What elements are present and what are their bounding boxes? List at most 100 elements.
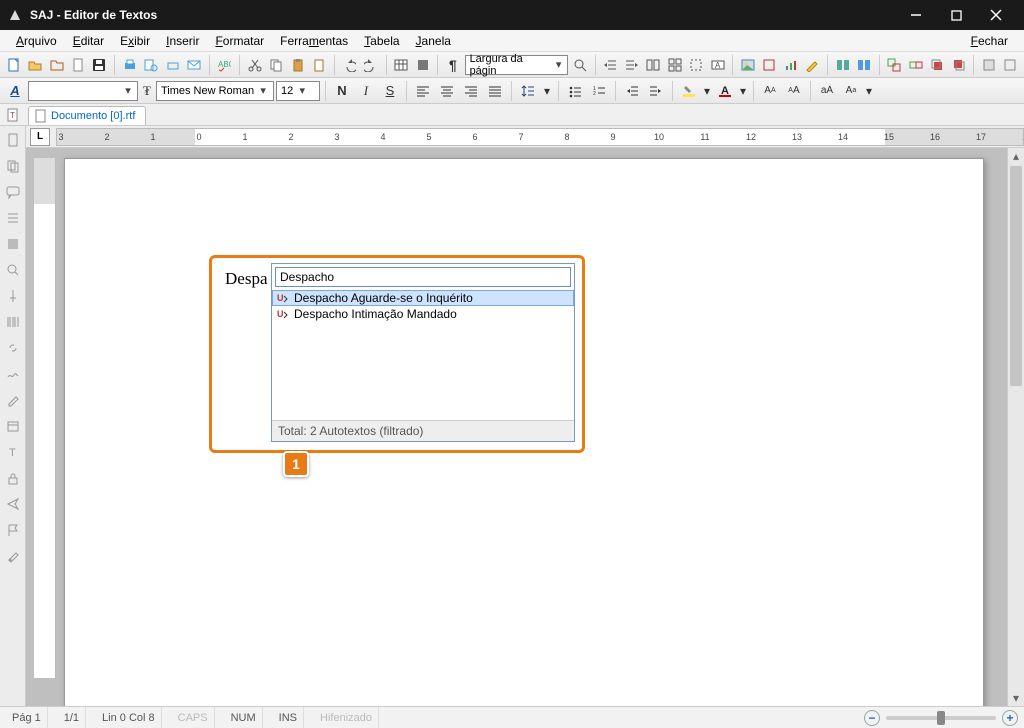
tool-extra2-icon[interactable]: [1001, 54, 1020, 76]
side-search-icon[interactable]: [3, 260, 23, 280]
highlight-dd-icon[interactable]: ▾: [702, 80, 712, 102]
side-block-icon[interactable]: [3, 234, 23, 254]
line-spacing-dd-icon[interactable]: ▾: [541, 80, 553, 102]
autocomplete-item[interactable]: UDespacho Intimação Mandado: [272, 306, 574, 322]
indent-left-icon[interactable]: [601, 54, 620, 76]
side-edit-icon[interactable]: [3, 390, 23, 410]
side-link-icon[interactable]: [3, 338, 23, 358]
autocomplete-item[interactable]: UDespacho Aguarde-se o Inquérito: [272, 290, 574, 306]
horizontal-ruler[interactable]: 3210123456789101112131415161718: [56, 128, 1024, 146]
status-caps[interactable]: CAPS: [172, 707, 215, 728]
menu-janela[interactable]: Janela: [408, 32, 459, 50]
doc-icon[interactable]: [68, 54, 87, 76]
line-spacing-icon[interactable]: [517, 80, 539, 102]
side-copy-icon[interactable]: [3, 156, 23, 176]
zoom-lens-icon[interactable]: [570, 54, 589, 76]
side-sign-icon[interactable]: [3, 364, 23, 384]
redo-icon[interactable]: [361, 54, 380, 76]
open-icon[interactable]: [25, 54, 44, 76]
status-num[interactable]: NUM: [225, 707, 263, 728]
draw-icon[interactable]: [803, 54, 822, 76]
side-doc-icon[interactable]: [3, 130, 23, 150]
side-brush-icon[interactable]: [3, 546, 23, 566]
bullets-icon[interactable]: [564, 80, 586, 102]
align-left-obj-icon[interactable]: [833, 54, 852, 76]
columns-icon[interactable]: [644, 54, 663, 76]
group-icon[interactable]: [885, 54, 904, 76]
subscript-icon[interactable]: Aa: [840, 80, 862, 102]
image-icon[interactable]: [738, 54, 757, 76]
print-preview-icon[interactable]: [142, 54, 161, 76]
align-justify-icon[interactable]: [484, 80, 506, 102]
shrink-font-icon[interactable]: AA: [783, 80, 805, 102]
bring-front-icon[interactable]: [928, 54, 947, 76]
autotext-icon[interactable]: T: [4, 107, 22, 123]
grid-icon[interactable]: [665, 54, 684, 76]
side-comment-icon[interactable]: [3, 182, 23, 202]
menu-inserir[interactable]: Inserir: [158, 32, 207, 50]
hide-chars-icon[interactable]: ¶: [443, 54, 462, 76]
side-lock-icon[interactable]: [3, 468, 23, 488]
change-case-icon[interactable]: aA: [816, 80, 838, 102]
scroll-down-icon[interactable]: ▾: [1008, 690, 1024, 706]
mail-icon[interactable]: [184, 54, 203, 76]
folder-icon[interactable]: [47, 54, 66, 76]
numbering-icon[interactable]: 12: [588, 80, 610, 102]
side-pin-icon[interactable]: [3, 286, 23, 306]
send-back-icon[interactable]: [949, 54, 968, 76]
frame-icon[interactable]: [687, 54, 706, 76]
align-left-icon[interactable]: [412, 80, 434, 102]
textbox-icon[interactable]: A: [708, 54, 727, 76]
spellcheck-icon[interactable]: ABC: [215, 54, 234, 76]
scroll-thumb[interactable]: [1010, 166, 1022, 386]
status-hyphen[interactable]: Hifenizado: [314, 707, 379, 728]
vertical-scrollbar[interactable]: ▴ ▾: [1007, 148, 1024, 706]
font-size-dropdown[interactable]: 12 ▾: [276, 81, 320, 101]
document-scroll-area[interactable]: Despa Despacho UDespacho Aguarde-se o In…: [26, 148, 1024, 706]
font-color-icon[interactable]: A: [714, 80, 736, 102]
align-center-obj-icon[interactable]: [854, 54, 873, 76]
side-flag-icon[interactable]: [3, 520, 23, 540]
print-icon[interactable]: [120, 54, 139, 76]
close-button[interactable]: [976, 0, 1016, 30]
menu-editar[interactable]: Editar: [65, 32, 112, 50]
shape-icon[interactable]: [413, 54, 432, 76]
side-date-icon[interactable]: [3, 416, 23, 436]
zoom-slider[interactable]: [886, 716, 996, 720]
ungroup-icon[interactable]: [906, 54, 925, 76]
side-send-icon[interactable]: [3, 494, 23, 514]
grow-font-icon[interactable]: AA: [759, 80, 781, 102]
minimize-button[interactable]: [896, 0, 936, 30]
bold-button[interactable]: N: [331, 80, 353, 102]
side-barcode-icon[interactable]: [3, 312, 23, 332]
chart-icon[interactable]: [781, 54, 800, 76]
table-insert-icon[interactable]: [391, 54, 410, 76]
format-style-icon[interactable]: A: [4, 80, 26, 102]
align-right-icon[interactable]: [460, 80, 482, 102]
copy-icon[interactable]: [266, 54, 285, 76]
save-icon[interactable]: [90, 54, 109, 76]
indent-right-icon[interactable]: [622, 54, 641, 76]
side-list-icon[interactable]: [3, 208, 23, 228]
italic-button[interactable]: I: [355, 80, 377, 102]
menu-exibir[interactable]: Exibir: [112, 32, 158, 50]
font-color-dd-icon[interactable]: ▾: [738, 80, 748, 102]
tab-document[interactable]: Documento [0].rtf: [28, 106, 146, 125]
align-center-icon[interactable]: [436, 80, 458, 102]
underline-button[interactable]: S: [379, 80, 401, 102]
decrease-indent-icon[interactable]: [621, 80, 643, 102]
object-icon[interactable]: [760, 54, 779, 76]
autocomplete-input[interactable]: Despacho: [275, 267, 571, 287]
menu-formatar[interactable]: Formatar: [207, 32, 272, 50]
new-icon[interactable]: [4, 54, 23, 76]
page[interactable]: Despa Despacho UDespacho Aguarde-se o In…: [64, 158, 984, 706]
zoom-in-button[interactable]: +: [1002, 710, 1018, 726]
menu-fechar[interactable]: Fechar: [963, 32, 1016, 50]
side-text-icon[interactable]: T: [3, 442, 23, 462]
undo-icon[interactable]: [340, 54, 359, 76]
menu-ferramentas[interactable]: Ferramentas: [272, 32, 356, 50]
highlight-icon[interactable]: [678, 80, 700, 102]
tool-extra1-icon[interactable]: [979, 54, 998, 76]
vertical-ruler[interactable]: [34, 158, 56, 678]
font-dropdown[interactable]: Times New Roman ▾: [156, 81, 274, 101]
